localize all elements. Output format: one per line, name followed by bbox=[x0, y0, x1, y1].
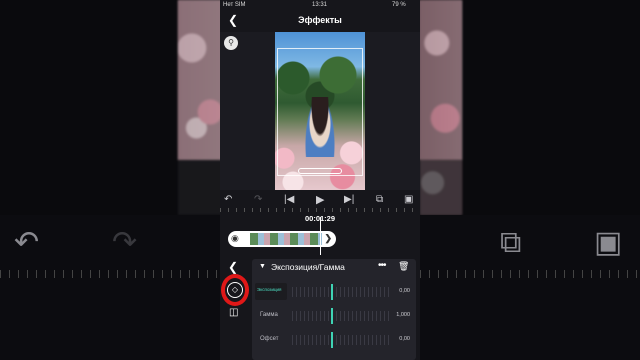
effects-tools: ❮ ◇ ◫ ▼ Экспозиция/Гамма ••• 🗑 Экспозици… bbox=[220, 255, 420, 360]
effect-panel-header: ▼ Экспозиция/Гамма ••• 🗑 bbox=[252, 259, 416, 275]
param-value: 0,00 bbox=[399, 336, 410, 342]
param-value: 1,000 bbox=[396, 312, 410, 318]
copy-icon[interactable]: ⧉ bbox=[376, 194, 383, 205]
status-bar: Нет SIM 13:31 79 % bbox=[220, 0, 420, 10]
background-flowers-left bbox=[178, 0, 224, 160]
clip-expand-icon[interactable]: ❯ bbox=[324, 233, 332, 244]
crop-frame[interactable] bbox=[277, 48, 363, 176]
eye-icon[interactable]: ◉ bbox=[231, 233, 239, 244]
param-label: Офсет bbox=[260, 336, 279, 342]
param-value: 0,00 bbox=[399, 288, 410, 294]
param-slider-thumb[interactable] bbox=[331, 308, 333, 324]
skip-end-icon[interactable]: ▶| bbox=[344, 194, 354, 205]
param-row-offset[interactable]: Офсет 0,00 bbox=[252, 331, 416, 349]
zoom-icon[interactable]: ⚲ bbox=[224, 36, 238, 50]
background-copy-icon: ⧉ bbox=[500, 226, 522, 259]
page-title: Эффекты bbox=[298, 15, 342, 25]
effect-name: Экспозиция/Гамма bbox=[271, 262, 345, 272]
status-time: 13:31 bbox=[312, 2, 328, 8]
background-undo-icon: ↶ bbox=[14, 226, 40, 259]
background-redo-icon: ↷ bbox=[112, 226, 138, 259]
background-ruler-left bbox=[0, 270, 220, 278]
param-slider[interactable] bbox=[292, 311, 392, 321]
background-fit-icon: ▣ bbox=[594, 226, 623, 259]
fit-screen-icon[interactable]: ▣ bbox=[404, 194, 413, 205]
param-slider[interactable] bbox=[292, 287, 392, 297]
param-label: Гамма bbox=[260, 312, 278, 318]
transform-handle[interactable] bbox=[298, 168, 342, 174]
clip-thumbnails bbox=[250, 233, 322, 245]
status-carrier: Нет SIM bbox=[223, 2, 246, 8]
more-dots-icon[interactable]: ••• bbox=[378, 260, 386, 271]
skip-start-icon[interactable]: |◀ bbox=[284, 194, 294, 205]
param-label: Экспозиция bbox=[255, 283, 287, 300]
param-row-gamma[interactable]: Гамма 1,000 bbox=[252, 307, 416, 325]
play-icon[interactable]: ▶ bbox=[316, 193, 324, 206]
param-slider[interactable] bbox=[292, 335, 392, 345]
side-toolbar: ❮ ◇ ◫ bbox=[220, 255, 250, 360]
background-ruler-right bbox=[420, 270, 640, 278]
nav-bar: ❮ Эффекты bbox=[220, 10, 420, 32]
status-battery: 79 % bbox=[392, 2, 406, 8]
param-slider-thumb[interactable] bbox=[331, 284, 333, 300]
param-row-exposure[interactable]: Экспозиция 0,00 bbox=[252, 283, 416, 301]
param-slider-thumb[interactable] bbox=[331, 332, 333, 348]
preview-area: ⚲ bbox=[220, 32, 420, 190]
expand-triangle-icon[interactable]: ▼ bbox=[259, 263, 266, 270]
playback-controls: ↶ ↷ |◀ ▶ ▶| ⧉ ▣ bbox=[220, 190, 420, 210]
highlight-circle bbox=[221, 274, 249, 306]
playhead[interactable] bbox=[320, 217, 321, 257]
undo-icon[interactable]: ↶ bbox=[224, 194, 232, 205]
collapse-icon[interactable]: ❮ bbox=[228, 260, 238, 274]
effect-panel: ▼ Экспозиция/Гамма ••• 🗑 Экспозиция 0,00… bbox=[252, 259, 416, 360]
timeline-ruler bbox=[220, 208, 420, 212]
trash-icon[interactable]: 🗑 bbox=[398, 261, 409, 272]
compare-icon[interactable]: ◫ bbox=[229, 307, 238, 318]
phone-screen: Нет SIM 13:31 79 % ❮ Эффекты ⚲ ↶ ↷ |◀ ▶ … bbox=[220, 0, 420, 360]
screen: ↶ ↷ ⧉ ▣ Нет SIM 13:31 79 % ❮ Эффекты ⚲ ↶… bbox=[0, 0, 640, 360]
redo-icon[interactable]: ↷ bbox=[254, 194, 262, 205]
